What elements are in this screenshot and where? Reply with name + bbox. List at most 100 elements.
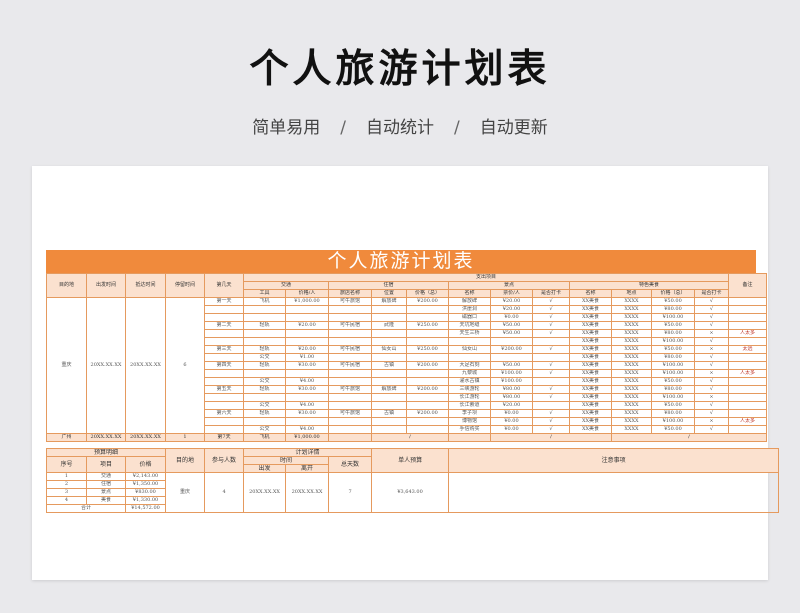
row-scenic-checked: √	[532, 385, 570, 394]
budget-col-price: 价格	[124, 456, 167, 473]
plan-people-label: 参与人数	[204, 448, 245, 473]
row-hotel-name	[328, 393, 372, 402]
row-transport-price	[285, 337, 329, 346]
row-hotel-location	[371, 401, 407, 410]
row-scenic-name: 长江游轮	[448, 393, 491, 402]
row-transport-price: ¥1,000.00	[285, 433, 329, 442]
row-food-price: ¥100.00	[651, 369, 695, 378]
header-food-price: 价格（总）	[651, 289, 695, 298]
header-scenic-checked: 是否打卡	[532, 289, 570, 298]
row-destination: 广州	[46, 433, 87, 442]
header-day-no: 第几天	[204, 273, 244, 298]
row-hotel-price	[406, 305, 449, 314]
row-day	[204, 313, 244, 322]
row-food-name: XX美食	[569, 305, 612, 314]
row-transport-tool: 轻轨	[243, 361, 286, 370]
plan-time-label: 时间	[243, 456, 330, 465]
plan-destination: 重庆	[165, 472, 206, 513]
budget-col-no: 序号	[46, 456, 87, 473]
row-stay-time: 6	[165, 297, 205, 434]
plan-leave: 20XX.XX.XX	[285, 472, 330, 513]
row-food-name: XX美食	[569, 377, 612, 386]
row-scenic-checked: √	[532, 409, 570, 418]
row-transport-tool: 轻轨	[243, 345, 286, 354]
plan-notes-area[interactable]	[448, 472, 780, 513]
header-location: 位置	[371, 289, 407, 298]
row-stay-time: 1	[165, 433, 205, 442]
row-scenic-checked: √	[532, 321, 570, 330]
row-scenic-checked	[532, 337, 570, 346]
plan-days: 7	[328, 472, 373, 513]
header-expense: 支出项目	[242, 273, 730, 282]
row-transport-price: ¥1,000.00	[285, 297, 329, 306]
plan-days-label: 总天数	[328, 456, 373, 473]
row-hotel-price: ¥250.00	[406, 345, 449, 354]
row-food-checked: √	[693, 353, 730, 362]
row-scenic-name: 大足石刻	[448, 361, 491, 370]
row-hotel-location: 古镇	[371, 409, 407, 418]
row-transport-price	[285, 305, 329, 314]
row-note	[728, 297, 768, 306]
row-spacer	[448, 433, 491, 442]
row-food-price: ¥50.00	[651, 401, 695, 410]
row-transport-price	[285, 329, 329, 338]
header-food-name: 名称	[569, 289, 612, 298]
row-food-checked: √	[693, 361, 730, 370]
header-price-total: 价格（总）	[406, 289, 449, 298]
row-hotel-location	[371, 369, 407, 378]
budget-item: 美食	[86, 496, 126, 505]
plan-per-person-budget: ¥3,643.00	[371, 472, 450, 513]
row-transport-tool	[243, 313, 286, 322]
header-tool: 工具	[243, 289, 286, 298]
row-transport-price: ¥4.00	[285, 377, 329, 386]
row-transport-tool	[243, 417, 286, 426]
row-scenic-checked	[532, 353, 570, 362]
row-day	[204, 353, 244, 362]
row-food-price: ¥100.00	[651, 361, 695, 370]
itinerary-row: 重庆 20XX.XX.XX 20XX.XX.XX 6 第一天 飞机 ¥1,000.00 可牛旅…	[46, 297, 768, 434]
row-food-checked: √	[693, 425, 730, 434]
row-hotel-price	[406, 353, 449, 362]
row-food-name: XX美食	[569, 361, 612, 370]
row-hotel-price: ¥250.00	[406, 321, 449, 330]
row-hotel-name	[328, 433, 372, 442]
row-scenic-price: ¥20.00	[490, 401, 533, 410]
row-food-name: XX美食	[569, 313, 612, 322]
row-scenic-price: ¥80.00	[490, 385, 533, 394]
row-hotel-location: 仙女山	[371, 345, 407, 354]
row-scenic-price: ¥50.00	[490, 329, 533, 338]
row-hotel-location	[371, 393, 407, 402]
document-preview: 个人旅游计划表 目的地 出发时间 抵达时间 停留时间 第几天 支出项目 备注 交…	[32, 166, 780, 580]
row-transport-price: ¥30.00	[285, 361, 329, 370]
row-food-checked: √	[693, 313, 730, 322]
row-hotel-name	[328, 377, 372, 386]
row-hotel-location: 武隆	[371, 321, 407, 330]
row-note	[728, 409, 768, 418]
row-scenic-name: 天生三桥	[448, 329, 491, 338]
row-food-place: XXXX	[611, 401, 652, 410]
budget-table: 预算明细 目的地 参与人数 计划详情 单人预算 注意事项 序号 项目 价格 时间…	[45, 448, 780, 513]
travel-plan-sheet: 个人旅游计划表 目的地 出发时间 抵达时间 停留时间 第几天 支出项目 备注 交…	[45, 250, 780, 513]
row-hotel-name	[328, 425, 372, 434]
subtitle: 简单易用 / 自动统计 / 自动更新	[0, 113, 800, 138]
row-day: 第六天	[204, 409, 244, 418]
row-transport-price	[285, 369, 329, 378]
budget-price: ¥830.00	[124, 488, 167, 497]
row-food-place: XXXX	[611, 425, 652, 434]
row-food-name: XX美食	[569, 353, 612, 362]
row-scenic-price: ¥0.00	[490, 425, 533, 434]
row-hotel-location	[371, 377, 407, 386]
row-transport-tool: 公交	[243, 353, 286, 362]
row-food-name: XX美食	[569, 409, 612, 418]
budget-total-label: 合计	[46, 504, 126, 513]
row-transport-price: ¥1.00	[285, 353, 329, 362]
row-scenic-price: ¥0.00	[490, 313, 533, 322]
row-food-checked: √	[693, 305, 730, 314]
row-food-checked: ×	[693, 393, 730, 402]
header-depart-time: 出发时间	[86, 273, 126, 298]
header-ticket-per: 票价/人	[490, 289, 533, 298]
row-hotel-name	[328, 329, 372, 338]
row-transport-price: ¥4.00	[285, 401, 329, 410]
row-food-place: XXXX	[611, 321, 652, 330]
row-food-name: XX美食	[569, 337, 612, 346]
